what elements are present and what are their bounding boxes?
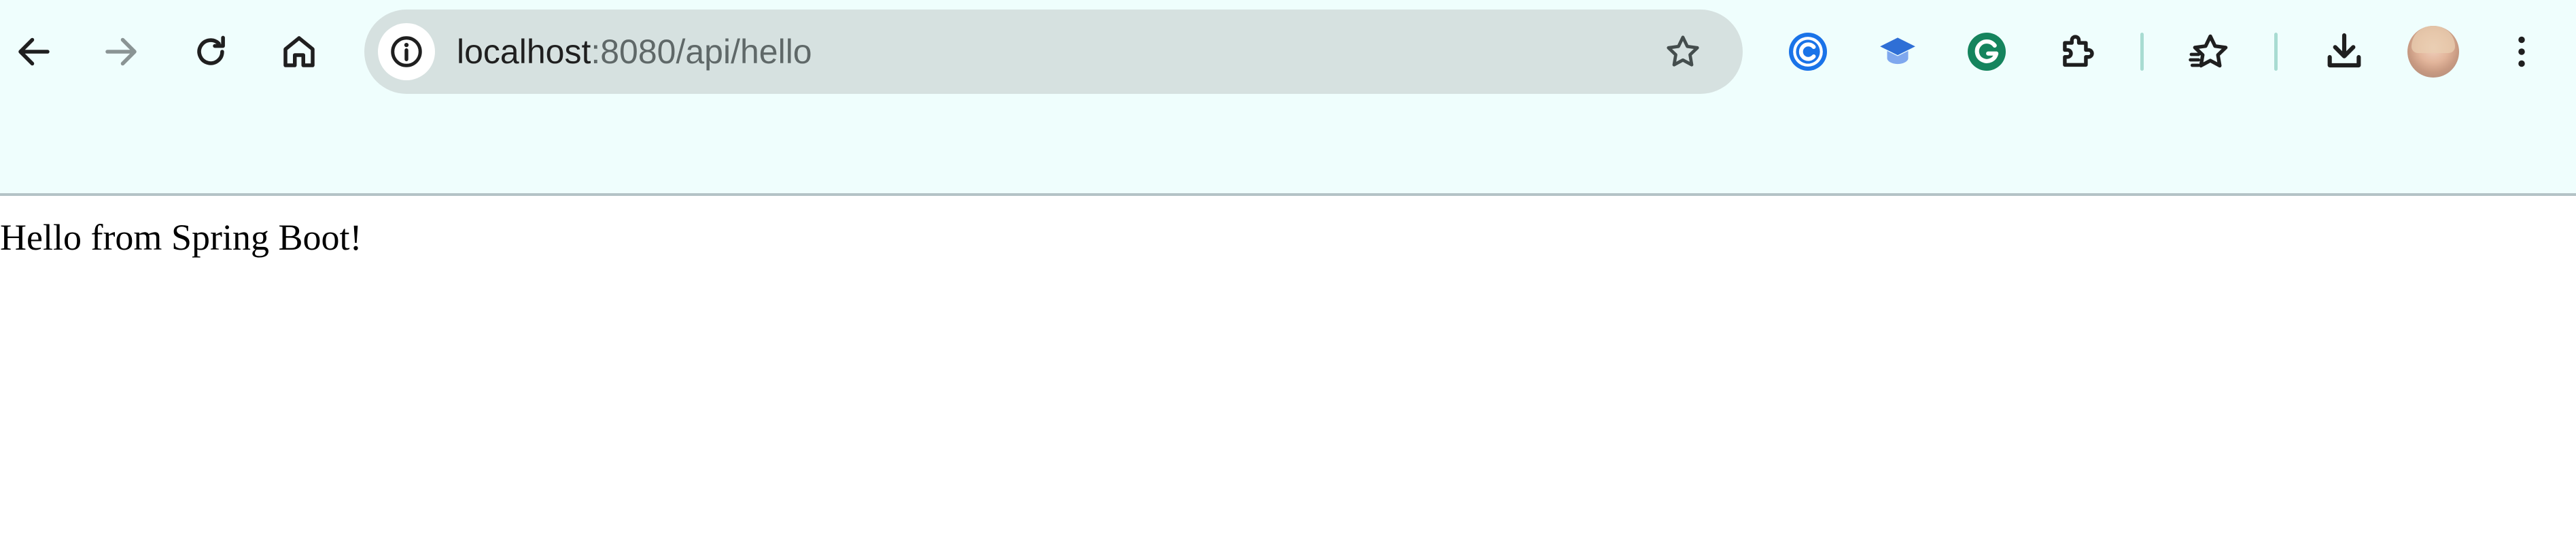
url-host: localhost [457,33,591,71]
forward-button[interactable] [94,24,148,79]
back-button[interactable] [7,24,61,79]
grammarly-icon [1968,33,2006,71]
extension-graduation-icon [1880,37,1915,65]
home-button[interactable] [272,24,326,79]
site-info-button[interactable] [378,23,435,80]
grammarly-button[interactable] [1960,24,2014,79]
extensions-puzzle-icon [2063,35,2094,67]
page-content: Hello from Spring Boot! [0,196,2576,551]
forward-icon [105,37,137,66]
avatar-hair [2412,26,2455,53]
extensions-button[interactable] [2050,24,2104,79]
bookmarks-button[interactable] [2183,24,2238,79]
extension-graduation-button[interactable] [1870,24,1925,79]
bookmark-star-icon [1667,35,1699,67]
download-icon [2327,33,2361,68]
url-text[interactable]: localhost:8080/api/hello [457,10,812,94]
extension-c-icon [1789,33,1827,71]
bookmarks-icon [2189,34,2228,68]
more-menu-button[interactable] [2494,24,2549,79]
downloads-button[interactable] [2317,24,2371,79]
browser-chrome: localhost:8080/api/hello [0,0,2576,196]
reload-button[interactable] [184,24,238,79]
more-menu-icon [2518,36,2525,67]
home-icon [283,36,315,67]
toolbar-separator [2140,33,2144,71]
site-info-icon [391,36,422,67]
extension-c-button[interactable] [1781,24,1835,79]
toolbar-separator [2274,33,2278,71]
reload-icon [197,35,225,65]
browser-toolbar: localhost:8080/api/hello [0,0,2576,104]
bookmark-star-button[interactable] [1656,24,1710,79]
profile-avatar[interactable] [2407,26,2459,78]
url-path: :8080/api/hello [591,33,812,71]
address-bar[interactable]: localhost:8080/api/hello [364,10,1743,94]
back-icon [18,37,50,66]
response-text: Hello from Spring Boot! [0,217,362,258]
